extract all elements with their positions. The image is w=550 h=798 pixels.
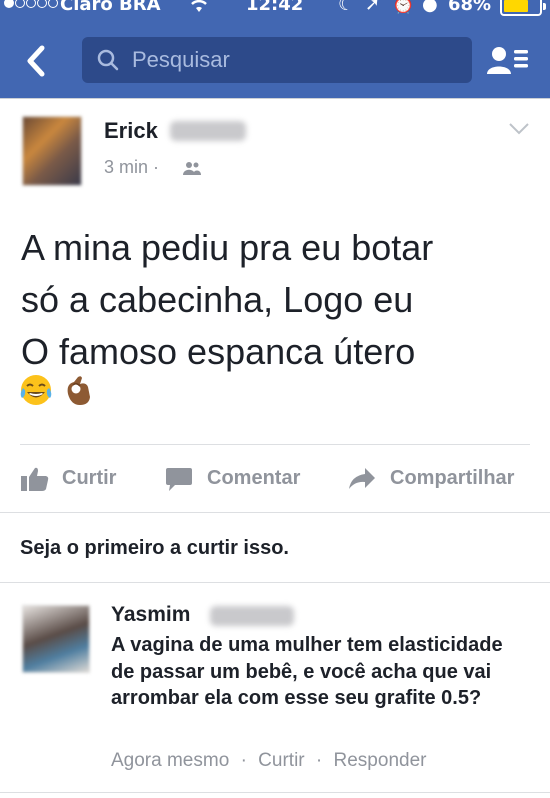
carrier-name: Claro BRA [60,0,161,15]
redacted-surname [210,606,294,626]
back-button[interactable] [20,44,54,78]
post-divider [20,444,530,445]
moon-icon: ☾ [338,0,355,15]
chevron-down-icon[interactable] [508,122,530,136]
comments-divider [0,582,550,583]
like-button[interactable]: Curtir [20,461,130,495]
comment-icon [166,468,192,491]
top-header: Claro BRA 12:42 ☾ ➚ ⏰ ● 68% [0,0,550,98]
header-divider [0,98,550,99]
comment-time: Agora mesmo [111,750,230,771]
actions-divider [0,512,550,513]
post-emojis [18,372,98,412]
ok-hand-emoji [68,376,91,405]
comment-author-avatar[interactable] [22,605,90,673]
share-button[interactable]: Compartilhar [348,461,538,495]
meta-separator: · [153,157,160,177]
post-author-avatar[interactable] [22,116,82,186]
comment-reply-link[interactable]: Responder [334,750,427,771]
wifi-icon [188,0,210,19]
post-body: A mina pediu pra eu botar só a cabecinha… [21,222,531,378]
post-actions: Curtir Comentar Compartilhar [0,455,550,501]
friend-requests-icon [487,47,528,74]
clock-time: 12:42 [246,0,304,15]
thumbs-up-icon [21,467,49,491]
meta-separator: · [240,750,247,771]
search-input[interactable] [132,46,452,74]
post-author-name[interactable]: Erick [104,118,158,144]
chevron-left-icon [27,45,45,77]
alarm-icon: ⏰ [392,0,415,15]
signal-strength-icon [4,0,59,15]
rotation-lock-icon: ● [422,0,438,15]
comment-label: Comentar [207,467,301,489]
bottom-divider [0,792,550,793]
redacted-surname [170,121,246,141]
search-icon [97,49,119,71]
meta-separator: · [315,750,323,771]
battery-icon [500,0,546,16]
post-timestamp[interactable]: 3 min · [104,157,159,178]
comment-button[interactable]: Comentar [165,461,315,495]
like-label: Curtir [62,467,117,489]
comment-author-name[interactable]: Yasmim [111,603,190,627]
tears-of-joy-emoji [20,375,52,405]
post-line: só a cabecinha, Logo eu [21,279,414,320]
post-line: A mina pediu pra eu botar [21,227,434,268]
likes-summary[interactable]: Seja o primeiro a curtir isso. [20,537,289,560]
post-line: O famoso espanca útero [21,331,416,372]
status-bar: Claro BRA 12:42 ☾ ➚ ⏰ ● 68% [0,0,550,22]
comment-text: A vagina de uma mulher tem elasticidade … [111,634,503,709]
share-arrow-icon [349,468,375,489]
location-icon: ➚ [365,0,381,15]
post-time[interactable]: 3 min [104,157,148,177]
comment-like-link[interactable]: Curtir [258,750,304,771]
battery-percentage: 68% [448,0,492,15]
share-label: Compartilhar [390,467,515,489]
comment-meta: Agora mesmo · Curtir · Responder [111,750,432,772]
search-bar[interactable] [82,37,472,83]
friend-requests-button[interactable] [485,44,533,78]
friends-icon [183,162,201,175]
